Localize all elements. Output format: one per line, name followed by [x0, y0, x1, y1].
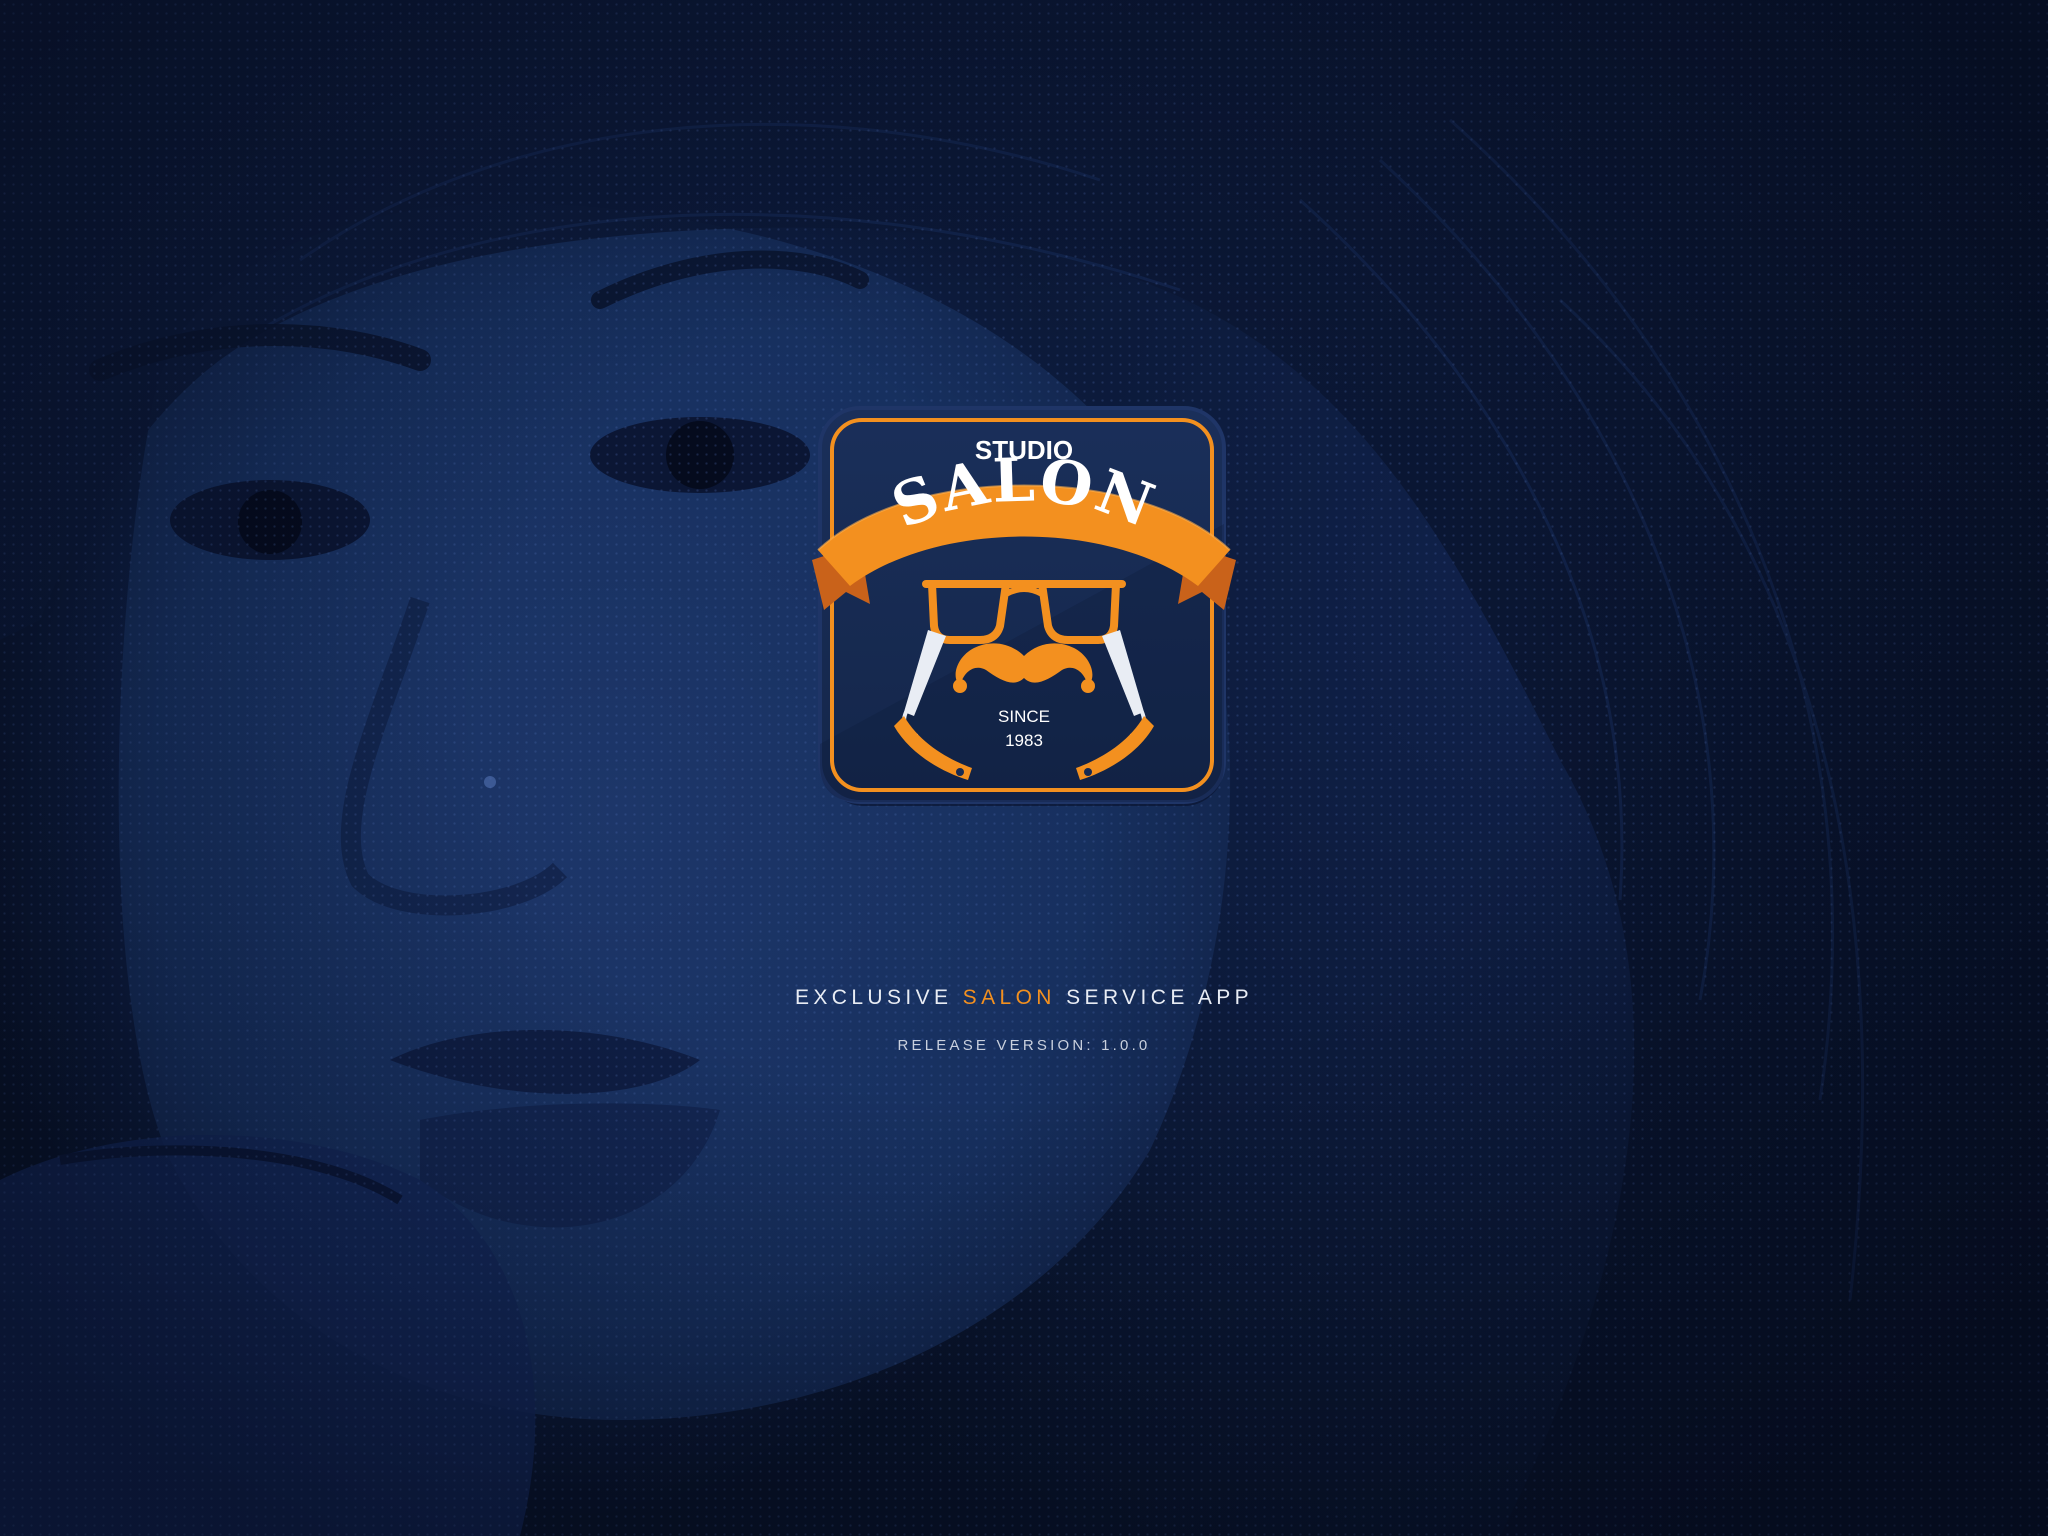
app-logo-badge: STUDIO SALON SINCE 1983 [810, 404, 1238, 814]
tagline-highlight: SALON [962, 986, 1056, 1009]
tagline-suffix: SERVICE APP [1066, 986, 1254, 1009]
tagline-prefix: EXCLUSIVE [794, 986, 953, 1009]
release-version-text: RELEASE VERSION: 1.0.0 [897, 1037, 1151, 1054]
splash-screen: STUDIO SALON SINCE 1983 EXCLUSIVE SALON … [0, 0, 2048, 1536]
app-tagline: EXCLUSIVE SALON SERVICE APP [0, 986, 2048, 1010]
logo-since-year: 1983 [1005, 731, 1043, 750]
logo-since-label: SINCE [998, 707, 1050, 726]
